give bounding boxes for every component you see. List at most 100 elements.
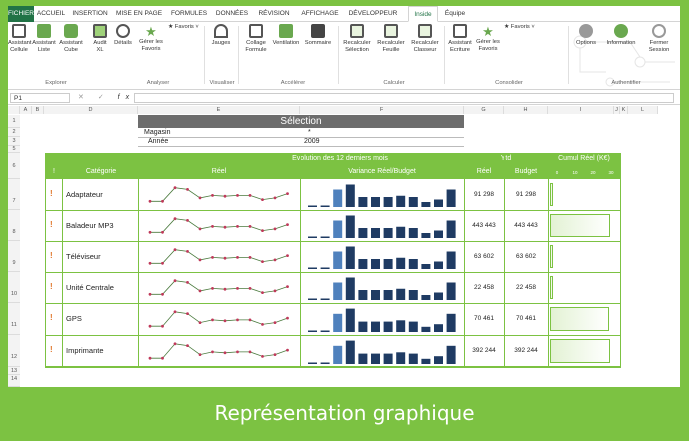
gerer-favoris-button[interactable]: ★ Gérer les Favoris bbox=[136, 24, 166, 53]
sparkline-line bbox=[150, 280, 288, 295]
sparkline-point bbox=[173, 248, 177, 252]
recalculer-selection-button[interactable]: Recalculer Sélection bbox=[340, 24, 374, 54]
col-header-l[interactable]: L bbox=[628, 106, 658, 114]
tab-equipe[interactable]: Équipe bbox=[440, 6, 470, 22]
ribbon-tab-bar: FICHIER ACCUEIL INSERTION MISE EN PAGE F… bbox=[8, 6, 680, 22]
variance-bar bbox=[358, 228, 368, 238]
row-header-6[interactable]: 6 bbox=[8, 153, 20, 179]
col-header-g[interactable]: G bbox=[464, 106, 504, 114]
row-header-11[interactable]: 11 bbox=[8, 303, 20, 335]
ytd-budget-value: 70 461 bbox=[516, 315, 536, 322]
tab-donnees[interactable]: DONNÉES bbox=[212, 6, 252, 22]
favoris-consolider-dropdown[interactable]: ★ Favoris ˅ bbox=[504, 24, 538, 31]
grid-icon bbox=[12, 24, 26, 38]
sparkline-point bbox=[273, 289, 277, 293]
tab-revision[interactable]: RÉVISION bbox=[254, 6, 294, 22]
col-header-e[interactable]: E bbox=[138, 106, 300, 114]
ventilation-icon bbox=[279, 24, 293, 38]
row-header-8[interactable]: 8 bbox=[8, 210, 20, 241]
row-header-14[interactable]: 14 bbox=[8, 375, 20, 387]
formula-input[interactable] bbox=[134, 93, 674, 103]
jauges-button[interactable]: Jauges bbox=[208, 24, 234, 47]
tab-formules[interactable]: FORMULES bbox=[168, 6, 210, 22]
tab-fichier[interactable]: FICHIER bbox=[8, 6, 34, 22]
sparkline-point bbox=[223, 194, 227, 198]
fermer-session-button[interactable]: Fermer Session bbox=[642, 24, 676, 54]
variance-bar bbox=[383, 259, 393, 269]
name-box[interactable]: P1 bbox=[10, 93, 70, 103]
row-header-10[interactable]: 10 bbox=[8, 272, 20, 303]
col-header-k[interactable]: K bbox=[620, 106, 628, 114]
sparkline-point bbox=[248, 318, 252, 322]
group-label-explorer: Explorer bbox=[45, 80, 67, 86]
variance-bar bbox=[434, 230, 443, 238]
recalculer-feuille-button[interactable]: Recalculer Feuille bbox=[374, 24, 408, 54]
tab-affichage[interactable]: AFFICHAGE bbox=[298, 6, 342, 22]
col-header-d[interactable]: D bbox=[44, 106, 138, 114]
audit-icon bbox=[93, 24, 107, 38]
variance-bar bbox=[383, 290, 393, 300]
sparkline-point bbox=[236, 350, 239, 354]
collage-formule-button[interactable]: Collage Formule bbox=[242, 24, 270, 54]
confirm-icon[interactable]: ✓ bbox=[98, 94, 110, 101]
variance-bar bbox=[396, 288, 406, 300]
col-header-b[interactable]: B bbox=[32, 106, 44, 114]
sparkline bbox=[148, 310, 289, 328]
gauge-icon bbox=[214, 24, 228, 38]
sparkline-point bbox=[261, 198, 264, 201]
favoris-dropdown[interactable]: ★ Favoris ˅ bbox=[168, 24, 200, 31]
fx-icon[interactable]: fx bbox=[118, 94, 135, 101]
row-header-1[interactable]: 1 bbox=[8, 115, 20, 128]
cumul-bar bbox=[550, 339, 610, 363]
assistant-liste-button[interactable]: Assistant Liste bbox=[32, 24, 56, 54]
sommaire-button[interactable]: Sommaire bbox=[302, 24, 334, 47]
recalc-sheet-icon bbox=[384, 24, 398, 38]
cancel-icon[interactable]: ✕ bbox=[78, 94, 90, 101]
row-header-5[interactable]: 5 bbox=[8, 146, 20, 153]
row-header-12[interactable]: 12 bbox=[8, 335, 20, 367]
wrench-icon bbox=[579, 24, 593, 38]
tab-mise-en-page[interactable]: MISE EN PAGE bbox=[112, 6, 166, 22]
row-divider bbox=[45, 210, 621, 211]
info-icon bbox=[614, 24, 628, 38]
sparkline-point bbox=[148, 230, 152, 234]
row-header-9[interactable]: 9 bbox=[8, 241, 20, 272]
group-separator bbox=[444, 26, 445, 84]
recalculer-classeur-button[interactable]: Recalculer Classeur bbox=[408, 24, 442, 54]
information-button[interactable]: Information bbox=[602, 24, 640, 47]
variance-bars bbox=[308, 308, 456, 332]
variance-bar bbox=[308, 236, 317, 238]
col-header-a[interactable]: A bbox=[20, 106, 32, 114]
group-separator bbox=[338, 26, 339, 84]
row-header-7[interactable]: 7 bbox=[8, 179, 20, 210]
options-button[interactable]: Options bbox=[572, 24, 600, 47]
tab-insertion[interactable]: INSERTION bbox=[70, 6, 110, 22]
ventilation-button[interactable]: Ventilation bbox=[270, 24, 302, 47]
details-button[interactable]: Détails bbox=[112, 24, 134, 47]
assistant-cube-button[interactable]: Assistant Cube bbox=[58, 24, 84, 54]
col-header-h[interactable]: H bbox=[504, 106, 548, 114]
tab-inside[interactable]: Inside bbox=[408, 6, 438, 22]
audit-xl-button[interactable]: Audit XL bbox=[90, 24, 110, 54]
search-icon bbox=[116, 24, 130, 38]
tab-accueil[interactable]: ACCUEIL bbox=[34, 6, 68, 22]
annee-value[interactable]: 2009 bbox=[304, 138, 320, 145]
tab-developpeur[interactable]: DÉVELOPPEUR bbox=[346, 6, 400, 22]
variance-bar bbox=[320, 298, 330, 300]
row-header-3[interactable]: 3 bbox=[8, 137, 20, 146]
col-header-f[interactable]: F bbox=[300, 106, 464, 114]
select-all-corner[interactable] bbox=[8, 106, 20, 114]
row-header-2[interactable]: 2 bbox=[8, 128, 20, 137]
category-label: Adaptateur bbox=[66, 190, 103, 199]
button-label: Jauges bbox=[211, 40, 231, 46]
magasin-value[interactable]: * bbox=[308, 129, 311, 136]
row-header-13[interactable]: 13 bbox=[8, 367, 20, 375]
variance-bars bbox=[308, 184, 456, 207]
sparkline-point bbox=[148, 292, 152, 296]
ribbon: Assistant Cellule Assistant Liste Assist… bbox=[8, 22, 680, 90]
col-header-i[interactable]: I bbox=[548, 106, 614, 114]
assistant-cellule-button[interactable]: Assistant Cellule bbox=[8, 24, 32, 54]
assistant-ecriture-button[interactable]: Assistant Ecriture bbox=[446, 24, 474, 54]
sparkline-point bbox=[236, 286, 239, 290]
gerer-favoris-consolider-button[interactable]: ★ Gérer les Favoris bbox=[474, 24, 502, 53]
